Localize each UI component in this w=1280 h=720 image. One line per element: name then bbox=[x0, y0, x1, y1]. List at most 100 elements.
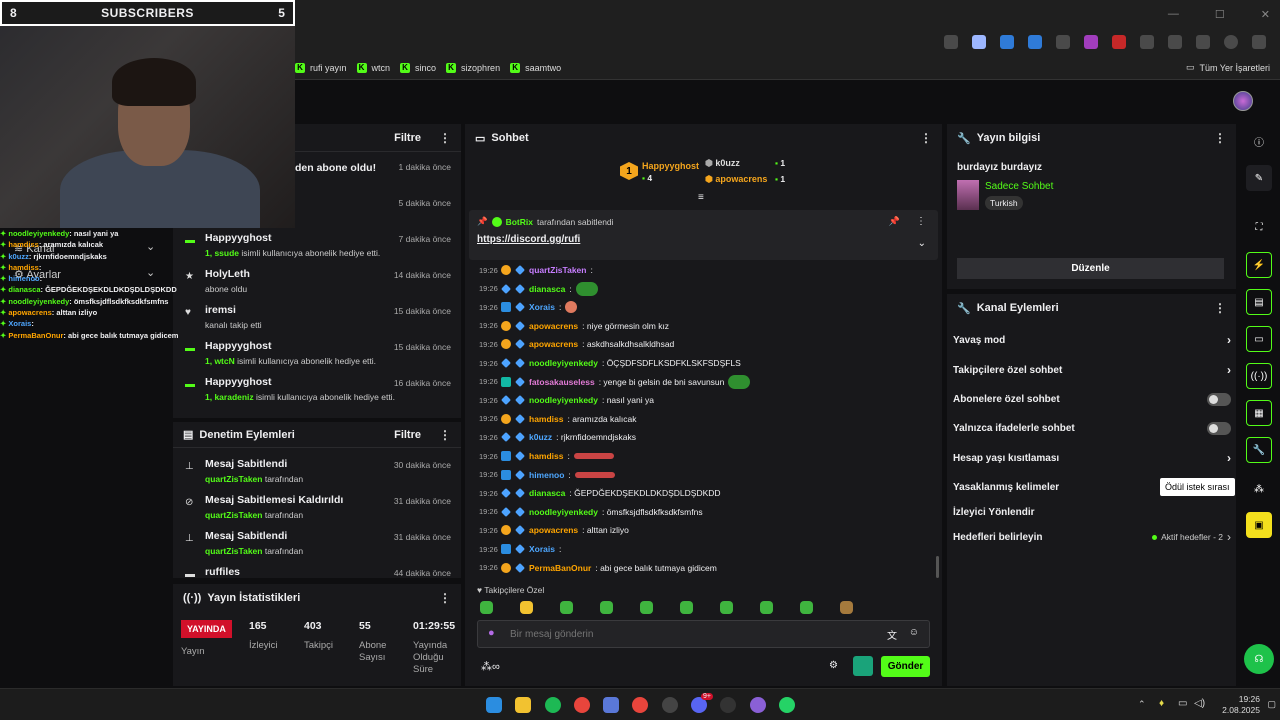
chevron-down-icon[interactable]: ⌄ bbox=[918, 238, 926, 249]
chat-username[interactable]: hamdiss bbox=[529, 414, 564, 424]
chat-message[interactable]: 19:26 apowacrens : alttan izliyo bbox=[479, 521, 629, 539]
chat-message[interactable]: 19:26 noodleyiyenkedy : nasıl yani ya bbox=[479, 391, 654, 409]
more-icon[interactable]: ⋮ bbox=[916, 216, 926, 227]
channel-action-item[interactable]: Abonelere özel sohbet bbox=[953, 389, 1231, 409]
file-explorer-icon[interactable] bbox=[515, 697, 531, 713]
more-icon[interactable]: ⋮ bbox=[439, 131, 451, 145]
chat-username[interactable]: dianasca bbox=[529, 488, 565, 498]
chat-username[interactable]: quartZisTaken bbox=[529, 265, 586, 275]
app-icon[interactable] bbox=[603, 697, 619, 713]
send-button[interactable]: Gönder bbox=[881, 656, 930, 677]
chat-message[interactable]: 19:26 Xorais : bbox=[479, 298, 578, 316]
volume-icon[interactable]: ◁) bbox=[1194, 698, 1205, 709]
channel-action-item[interactable]: İzleyici Yönlendir bbox=[953, 502, 1231, 522]
chat-username[interactable]: apowacrens bbox=[529, 321, 578, 331]
chat-icon[interactable]: ▭ bbox=[1246, 326, 1272, 352]
category-name[interactable]: Sadece Sohbet bbox=[985, 181, 1053, 192]
chat-username[interactable]: himenoo bbox=[529, 470, 564, 480]
obs-icon[interactable] bbox=[662, 697, 678, 713]
chat-username[interactable]: fatosakauseless bbox=[529, 377, 595, 387]
top-gifter-name[interactable]: Happyyghost bbox=[642, 161, 699, 171]
app-icon[interactable] bbox=[750, 697, 766, 713]
puzzle-icon[interactable] bbox=[1168, 35, 1182, 49]
reading-list-icon[interactable] bbox=[1196, 35, 1210, 49]
avatar[interactable] bbox=[1233, 91, 1253, 111]
chat-username[interactable]: Xorais bbox=[529, 302, 555, 312]
microphone-icon[interactable]: ● bbox=[488, 627, 495, 639]
chrome-icon[interactable] bbox=[632, 697, 648, 713]
filter-button[interactable]: Filtre bbox=[394, 132, 421, 144]
more-icon[interactable]: ⋮ bbox=[1214, 131, 1226, 145]
pinned-link[interactable]: https://discord.gg/rufi bbox=[477, 234, 580, 245]
chat-message[interactable]: 19:26 dianasca : ĞEPDĞEKDŞEKDLDKDŞDLDŞDK… bbox=[479, 484, 721, 502]
star-icon[interactable] bbox=[972, 35, 986, 49]
support-icon[interactable]: ☊ bbox=[1244, 644, 1274, 674]
emote-icon[interactable] bbox=[840, 601, 853, 614]
extension-icon[interactable] bbox=[1084, 35, 1098, 49]
more-icon[interactable]: ⋮ bbox=[439, 428, 451, 442]
more-icon[interactable] bbox=[1252, 35, 1266, 49]
chrome-icon[interactable] bbox=[574, 697, 590, 713]
botrix-icon[interactable] bbox=[853, 656, 873, 676]
emote-icon[interactable] bbox=[600, 601, 613, 614]
emote-icon[interactable] bbox=[760, 601, 773, 614]
clipboard-icon[interactable]: ▤ bbox=[1246, 289, 1272, 315]
steam-icon[interactable] bbox=[720, 697, 736, 713]
bookmark-item[interactable]: Ksinco bbox=[400, 62, 436, 73]
top-gifter-name[interactable]: ⬢ apowacrens bbox=[705, 174, 767, 185]
chat-message[interactable]: 19:26 Xorais : bbox=[479, 540, 561, 558]
bookmark-item[interactable]: Krufi yayın bbox=[295, 62, 347, 73]
emote-icon[interactable] bbox=[560, 601, 573, 614]
chat-message[interactable]: 19:26 apowacrens : askdhsalkdhsalkldhsad bbox=[479, 335, 674, 353]
bookmark-item[interactable]: Ksaamtwo bbox=[510, 62, 561, 73]
extension-icon[interactable] bbox=[1140, 35, 1154, 49]
spotify-icon[interactable] bbox=[545, 697, 561, 713]
channel-action-item[interactable]: Hedefleri belirleyin Aktif hedefler - 2 › bbox=[953, 527, 1231, 547]
chat-message[interactable]: 19:26 apowacrens : niye görmesin olm kız bbox=[479, 317, 669, 335]
toggle-switch[interactable] bbox=[1207, 392, 1231, 406]
channel-action-item[interactable]: Hesap yaşı kısıtlaması › bbox=[953, 448, 1231, 468]
emote-icon[interactable] bbox=[800, 601, 813, 614]
maximize-icon[interactable]: ☐ bbox=[1215, 8, 1225, 21]
all-bookmarks[interactable]: ▭ Tüm Yer İşaretleri bbox=[1186, 62, 1270, 73]
chat-message[interactable]: 19:26 noodleyiyenkedy : ÖÇŞDFSDFLKSDFKLS… bbox=[479, 354, 741, 372]
chat-message[interactable]: 19:26 k0uzz : rjkrnfidoemndjskaks bbox=[479, 428, 636, 446]
more-icon[interactable]: ⋮ bbox=[920, 131, 932, 145]
translate-icon[interactable]: 文 bbox=[887, 627, 897, 642]
close-icon[interactable]: ✕ bbox=[1261, 8, 1270, 21]
bookmark-item[interactable]: Kwtcn bbox=[356, 62, 390, 73]
top-gifter-name[interactable]: ⬢ k0uzz bbox=[705, 158, 740, 169]
edit-button[interactable]: Düzenle bbox=[957, 258, 1224, 279]
chat-message[interactable]: 19:26 dianasca : bbox=[479, 280, 598, 298]
whatsapp-icon[interactable] bbox=[779, 697, 795, 713]
pin-icon[interactable]: 📌 bbox=[889, 216, 900, 227]
chat-username[interactable]: noodleyiyenkedy bbox=[529, 358, 598, 368]
gear-icon[interactable]: ⚙ bbox=[829, 660, 838, 671]
microphone-icon[interactable]: ♦ bbox=[1159, 698, 1164, 709]
clock[interactable]: 19:26 2.08.2025 bbox=[1222, 694, 1260, 716]
eye-off-icon[interactable] bbox=[944, 35, 958, 49]
fullscreen-icon[interactable]: ⛶ bbox=[1246, 214, 1272, 240]
chat-settings-icon[interactable]: ⁂∞ bbox=[481, 660, 500, 673]
chat-username[interactable]: PermaBanOnur bbox=[529, 563, 591, 573]
emote-icon[interactable] bbox=[520, 601, 533, 614]
minimize-icon[interactable]: — bbox=[1168, 8, 1179, 21]
chat-message[interactable]: 19:26 PermaBanOnur : abi gece balık tutm… bbox=[479, 559, 717, 577]
record-icon[interactable] bbox=[1112, 35, 1126, 49]
chat-message[interactable]: 19:26 hamdiss : bbox=[479, 447, 614, 465]
windows-start-icon[interactable] bbox=[486, 697, 502, 713]
wrench-icon[interactable]: 🔧 bbox=[1246, 437, 1272, 463]
chat-message[interactable]: 19:26 himenoo : bbox=[479, 466, 615, 484]
extension-icon[interactable] bbox=[1056, 35, 1070, 49]
translate-icon[interactable] bbox=[1000, 35, 1014, 49]
extension-icon[interactable] bbox=[1028, 35, 1042, 49]
more-icon[interactable]: ⋮ bbox=[1214, 301, 1226, 315]
chat-message[interactable]: 19:26 fatosakauseless : yenge bi gelsin … bbox=[479, 373, 751, 391]
chat-username[interactable]: noodleyiyenkedy bbox=[529, 395, 598, 405]
chat-username[interactable]: dianasca bbox=[529, 284, 565, 294]
emote-icon[interactable] bbox=[480, 601, 493, 614]
toggle-switch[interactable] bbox=[1207, 421, 1231, 435]
chat-username[interactable]: apowacrens bbox=[529, 339, 578, 349]
chat-username[interactable]: apowacrens bbox=[529, 525, 578, 535]
profile-icon[interactable] bbox=[1224, 35, 1238, 49]
